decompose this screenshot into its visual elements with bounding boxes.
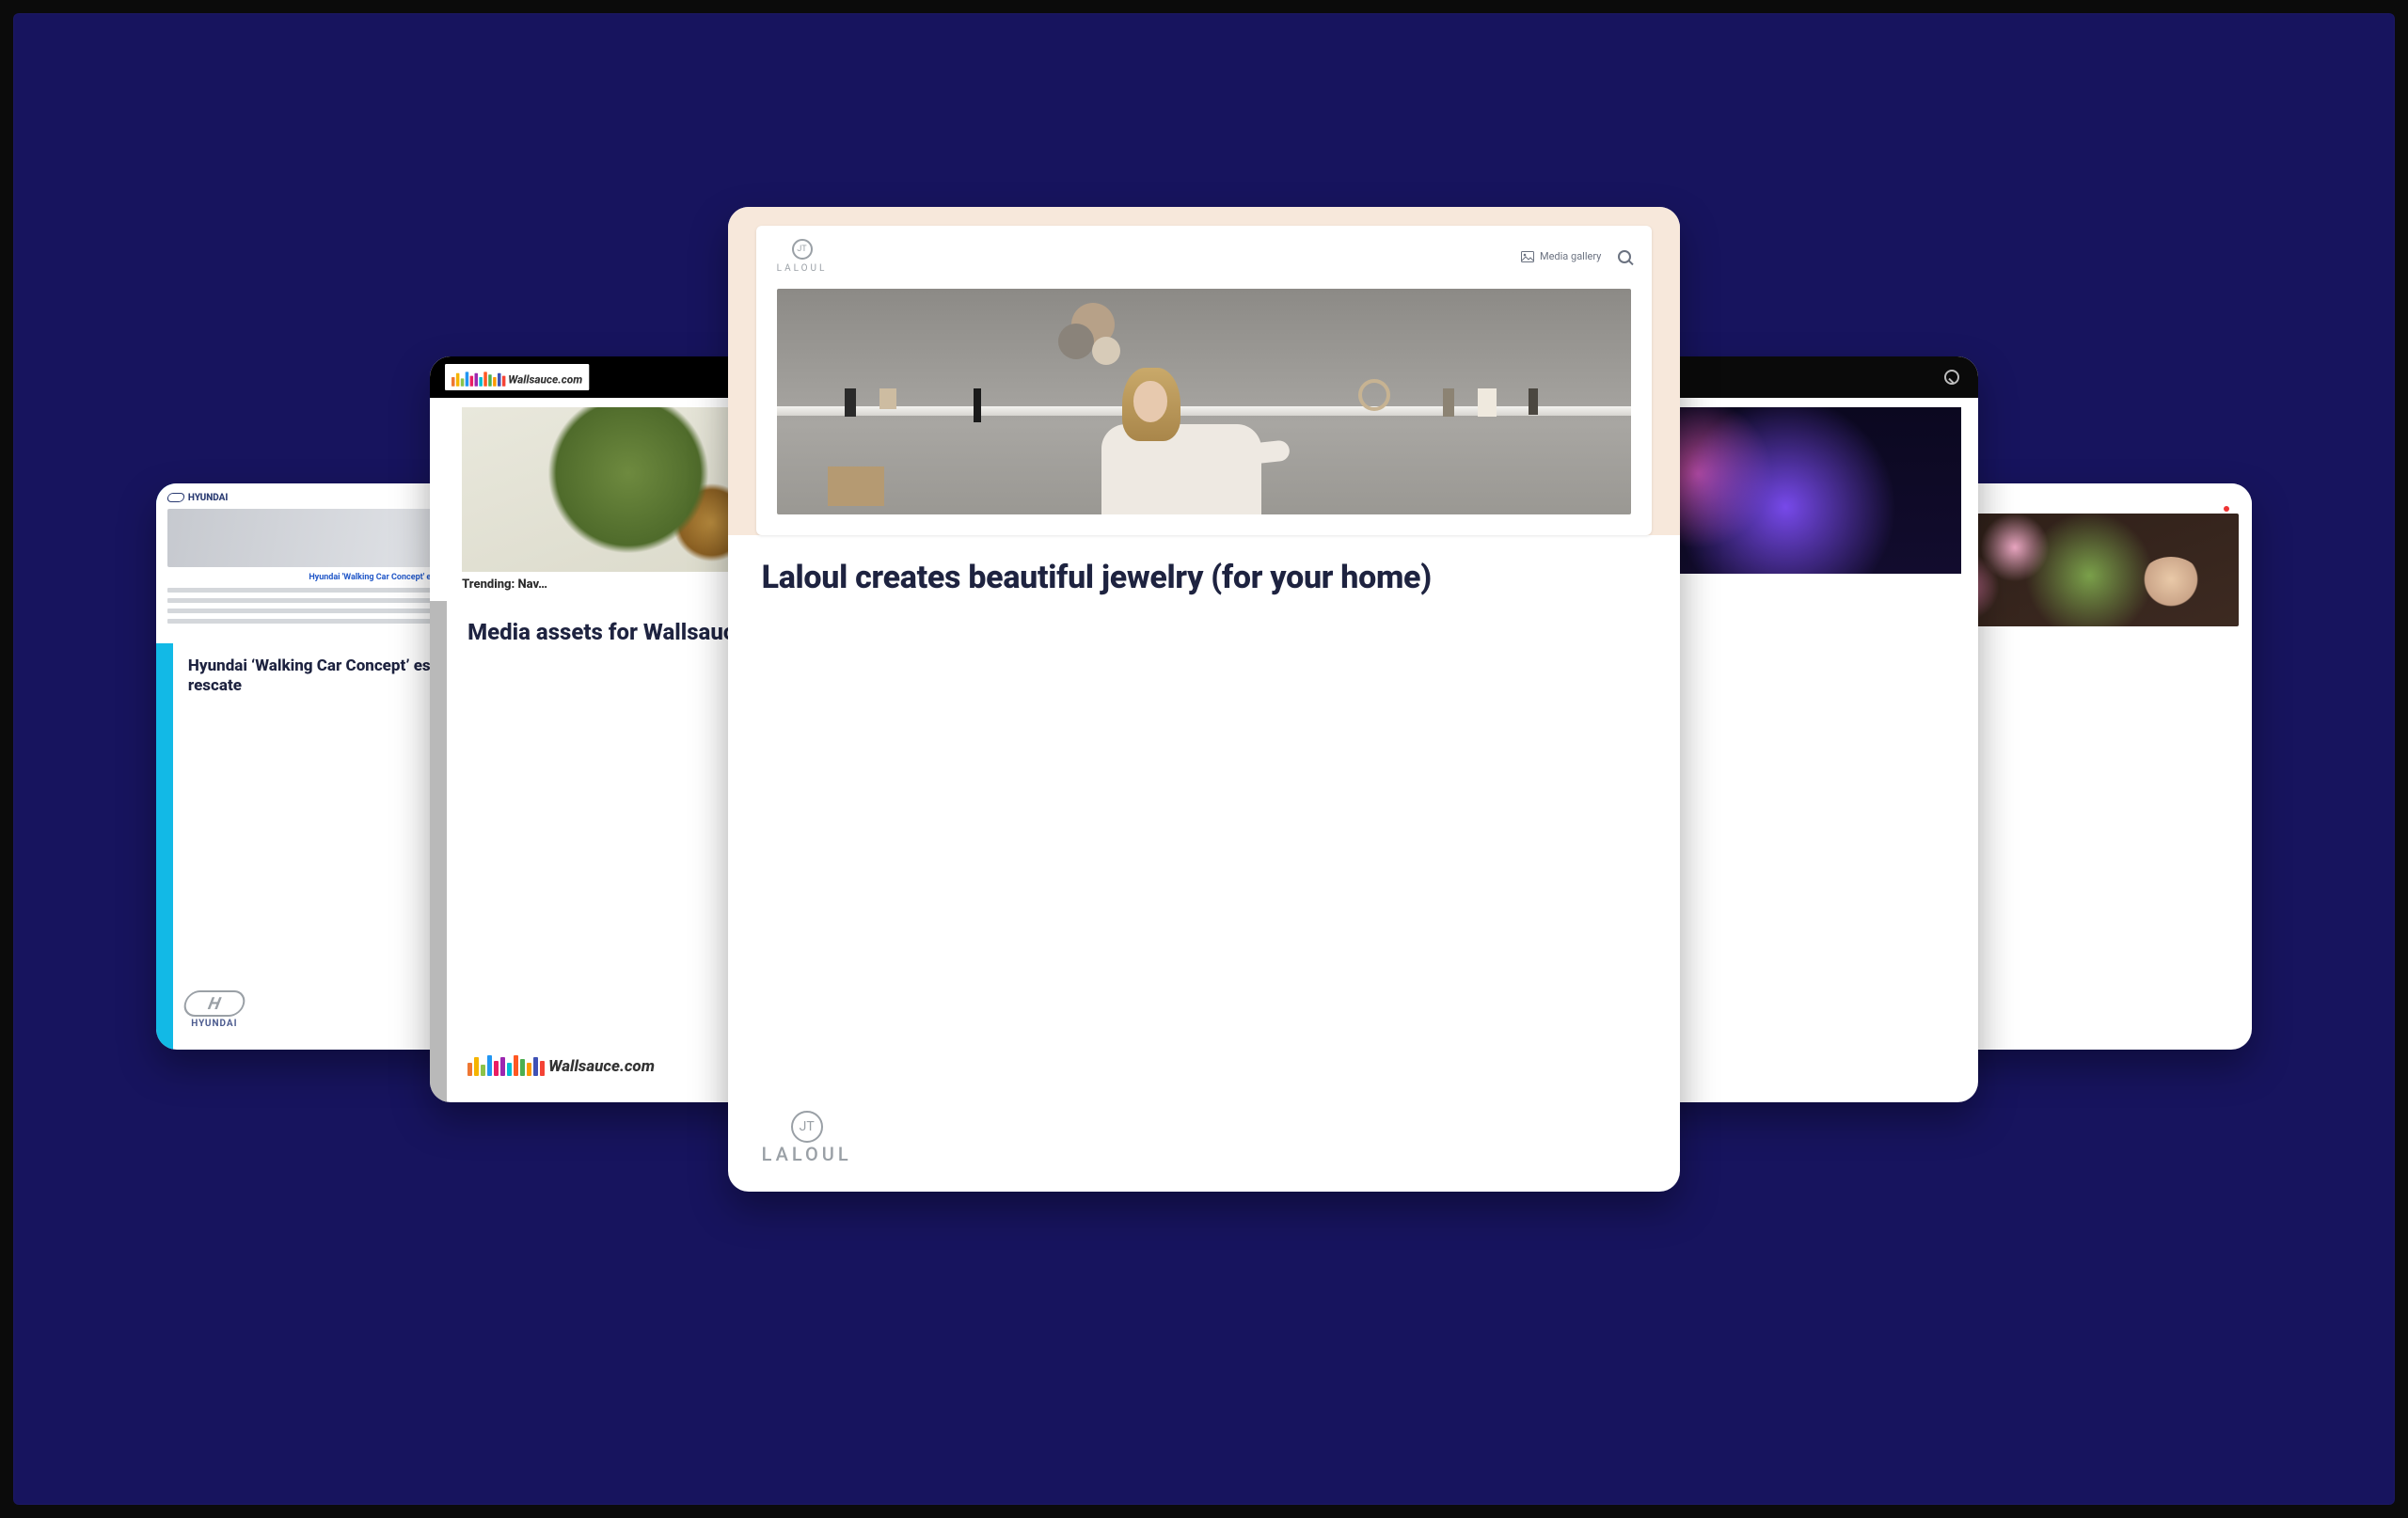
card-footer-logo: JT LALOUL <box>762 1111 852 1165</box>
hyundai-logo-icon: H <box>182 990 247 1017</box>
stage: HYUNDAI Hyundai 'Walking Car Concept' es… <box>13 13 2395 1505</box>
card-thumbnail-area: JT LALOUL Media gallery <box>728 207 1681 535</box>
card-footer-logo: H HYUNDAI <box>184 990 245 1029</box>
card-footer-logo: Wallsauce.com <box>458 1044 664 1082</box>
card-laloul[interactable]: JT LALOUL Media gallery <box>728 207 1681 1192</box>
wallsauce-logo-mini: Wallsauce.com <box>445 364 589 390</box>
card-title: Laloul creates beautiful jewelry (for yo… <box>762 558 1647 598</box>
notification-dot-icon <box>2224 506 2229 512</box>
hero-photo <box>777 289 1632 514</box>
nav-media-gallery[interactable]: Media gallery <box>1540 250 1601 262</box>
image-icon: Media gallery <box>1521 250 1601 262</box>
image-icon <box>1521 251 1534 262</box>
laloul-logo-mini: JT LALOUL <box>777 239 828 274</box>
search-icon[interactable] <box>1618 250 1631 263</box>
